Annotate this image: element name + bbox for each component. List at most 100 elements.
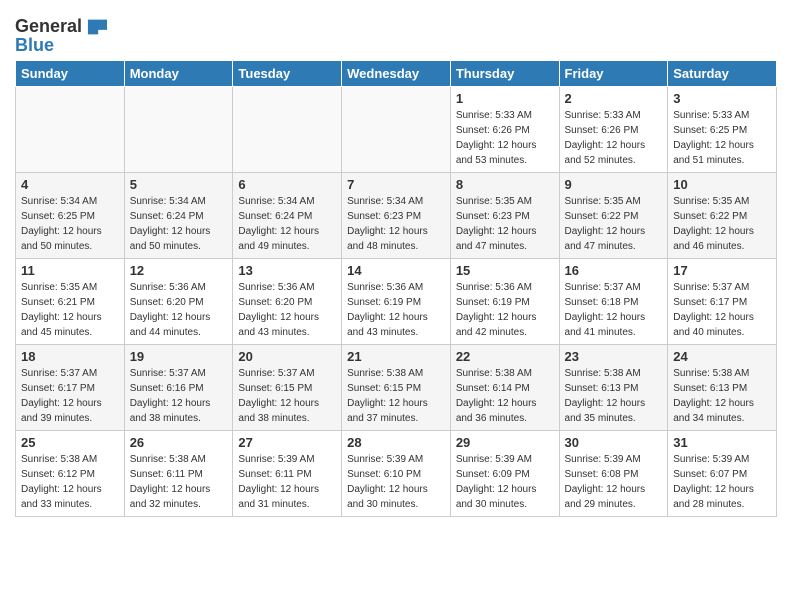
day-number: 13 bbox=[238, 263, 336, 278]
calendar-cell: 29 Sunrise: 5:39 AM Sunset: 6:09 PM Dayli… bbox=[450, 431, 559, 517]
day-info: Sunrise: 5:38 AM Sunset: 6:13 PM Dayligh… bbox=[673, 366, 771, 426]
calendar-cell: 19Sunrise: 5:37 AM Sunset: 6:16 PM Dayli… bbox=[124, 345, 233, 431]
day-info: Sunrise: 5:36 AM Sunset: 6:19 PM Dayligh… bbox=[456, 280, 554, 340]
calendar-cell: 7 Sunrise: 5:34 AM Sunset: 6:23 PM Daylig… bbox=[342, 173, 451, 259]
day-info: Sunrise: 5:36 AM Sunset: 6:19 PM Dayligh… bbox=[347, 280, 445, 340]
day-number: 24 bbox=[673, 349, 771, 364]
day-info: Sunrise: 5:35 AM Sunset: 6:22 PM Dayligh… bbox=[673, 194, 771, 254]
day-info: Sunrise: 5:39 AM Sunset: 6:07 PM Dayligh… bbox=[673, 452, 771, 512]
day-number: 5 bbox=[130, 177, 228, 192]
day-number: 30 bbox=[565, 435, 663, 450]
calendar-cell: 11 Sunrise: 5:35 AM Sunset: 6:21 PM Dayli… bbox=[16, 259, 125, 345]
day-info: Sunrise: 5:34 AM Sunset: 6:23 PM Dayligh… bbox=[347, 194, 445, 254]
weekday-header-tuesday: Tuesday bbox=[233, 61, 342, 87]
day-number: 18 bbox=[21, 349, 119, 364]
day-number: 17 bbox=[673, 263, 771, 278]
day-info: Sunrise: 5:38 AM Sunset: 6:13 PM Dayligh… bbox=[565, 366, 663, 426]
day-number: 11 bbox=[21, 263, 119, 278]
day-number: 15 bbox=[456, 263, 554, 278]
day-number: 20 bbox=[238, 349, 336, 364]
calendar-cell bbox=[342, 87, 451, 173]
calendar-week-3: 11 Sunrise: 5:35 AM Sunset: 6:21 PM Dayli… bbox=[16, 259, 777, 345]
day-info: Sunrise: 5:39 AM Sunset: 6:09 PM Dayligh… bbox=[456, 452, 554, 512]
calendar-cell: 27 Sunrise: 5:39 AM Sunset: 6:11 PM Dayli… bbox=[233, 431, 342, 517]
day-number: 19 bbox=[130, 349, 228, 364]
calendar-cell: 22 Sunrise: 5:38 AM Sunset: 6:14 PM Dayli… bbox=[450, 345, 559, 431]
calendar-cell: 2 Sunrise: 5:33 AM Sunset: 6:26 PM Daylig… bbox=[559, 87, 668, 173]
day-info: Sunrise: 5:37 AM Sunset: 6:17 PM Dayligh… bbox=[673, 280, 771, 340]
calendar-cell: 5 Sunrise: 5:34 AM Sunset: 6:24 PM Daylig… bbox=[124, 173, 233, 259]
day-number: 12 bbox=[130, 263, 228, 278]
day-info: Sunrise: 5:38 AM Sunset: 6:12 PM Dayligh… bbox=[21, 452, 119, 512]
calendar-week-5: 25 Sunrise: 5:38 AM Sunset: 6:12 PM Dayli… bbox=[16, 431, 777, 517]
calendar-cell: 15 Sunrise: 5:36 AM Sunset: 6:19 PM Dayli… bbox=[450, 259, 559, 345]
calendar-cell: 30Sunrise: 5:39 AM Sunset: 6:08 PM Dayli… bbox=[559, 431, 668, 517]
weekday-header-friday: Friday bbox=[559, 61, 668, 87]
calendar-cell: 6 Sunrise: 5:34 AM Sunset: 6:24 PM Daylig… bbox=[233, 173, 342, 259]
day-info: Sunrise: 5:38 AM Sunset: 6:15 PM Dayligh… bbox=[347, 366, 445, 426]
day-number: 27 bbox=[238, 435, 336, 450]
day-info: Sunrise: 5:36 AM Sunset: 6:20 PM Dayligh… bbox=[130, 280, 228, 340]
calendar-cell: 3Sunrise: 5:33 AM Sunset: 6:25 PM Daylig… bbox=[668, 87, 777, 173]
weekday-header-thursday: Thursday bbox=[450, 61, 559, 87]
day-info: Sunrise: 5:37 AM Sunset: 6:17 PM Dayligh… bbox=[21, 366, 119, 426]
calendar-cell bbox=[16, 87, 125, 173]
calendar-week-4: 18 Sunrise: 5:37 AM Sunset: 6:17 PM Dayli… bbox=[16, 345, 777, 431]
page-header: General Blue bbox=[15, 10, 777, 56]
calendar-cell bbox=[233, 87, 342, 173]
calendar-cell: 24 Sunrise: 5:38 AM Sunset: 6:13 PM Dayli… bbox=[668, 345, 777, 431]
calendar-week-2: 4 Sunrise: 5:34 AM Sunset: 6:25 PM Daylig… bbox=[16, 173, 777, 259]
weekday-header-monday: Monday bbox=[124, 61, 233, 87]
weekday-header-row: SundayMondayTuesdayWednesdayThursdayFrid… bbox=[16, 61, 777, 87]
day-number: 9 bbox=[565, 177, 663, 192]
calendar-cell: 12 Sunrise: 5:36 AM Sunset: 6:20 PM Dayli… bbox=[124, 259, 233, 345]
day-number: 6 bbox=[238, 177, 336, 192]
day-number: 26 bbox=[130, 435, 228, 450]
day-number: 25 bbox=[21, 435, 119, 450]
day-info: Sunrise: 5:39 AM Sunset: 6:11 PM Dayligh… bbox=[238, 452, 336, 512]
day-info: Sunrise: 5:34 AM Sunset: 6:24 PM Dayligh… bbox=[130, 194, 228, 254]
day-number: 10 bbox=[673, 177, 771, 192]
calendar-cell: 26 Sunrise: 5:38 AM Sunset: 6:11 PM Dayli… bbox=[124, 431, 233, 517]
day-number: 28 bbox=[347, 435, 445, 450]
day-number: 31 bbox=[673, 435, 771, 450]
weekday-header-sunday: Sunday bbox=[16, 61, 125, 87]
calendar-cell bbox=[124, 87, 233, 173]
day-info: Sunrise: 5:33 AM Sunset: 6:26 PM Dayligh… bbox=[456, 108, 554, 168]
calendar-cell: 1Sunrise: 5:33 AM Sunset: 6:26 PM Daylig… bbox=[450, 87, 559, 173]
day-info: Sunrise: 5:35 AM Sunset: 6:21 PM Dayligh… bbox=[21, 280, 119, 340]
day-info: Sunrise: 5:35 AM Sunset: 6:23 PM Dayligh… bbox=[456, 194, 554, 254]
day-number: 21 bbox=[347, 349, 445, 364]
calendar-cell: 20 Sunrise: 5:37 AM Sunset: 6:15 PM Dayli… bbox=[233, 345, 342, 431]
day-number: 7 bbox=[347, 177, 445, 192]
day-number: 14 bbox=[347, 263, 445, 278]
day-number: 2 bbox=[565, 91, 663, 106]
calendar-cell: 21 Sunrise: 5:38 AM Sunset: 6:15 PM Dayli… bbox=[342, 345, 451, 431]
day-info: Sunrise: 5:33 AM Sunset: 6:25 PM Dayligh… bbox=[673, 108, 771, 168]
calendar-week-1: 1Sunrise: 5:33 AM Sunset: 6:26 PM Daylig… bbox=[16, 87, 777, 173]
calendar-cell: 18 Sunrise: 5:37 AM Sunset: 6:17 PM Dayli… bbox=[16, 345, 125, 431]
day-info: Sunrise: 5:35 AM Sunset: 6:22 PM Dayligh… bbox=[565, 194, 663, 254]
calendar-cell: 23 Sunrise: 5:38 AM Sunset: 6:13 PM Dayli… bbox=[559, 345, 668, 431]
calendar-cell: 17 Sunrise: 5:37 AM Sunset: 6:17 PM Dayli… bbox=[668, 259, 777, 345]
day-info: Sunrise: 5:34 AM Sunset: 6:25 PM Dayligh… bbox=[21, 194, 119, 254]
day-info: Sunrise: 5:39 AM Sunset: 6:10 PM Dayligh… bbox=[347, 452, 445, 512]
day-info: Sunrise: 5:33 AM Sunset: 6:26 PM Dayligh… bbox=[565, 108, 663, 168]
day-number: 4 bbox=[21, 177, 119, 192]
day-number: 23 bbox=[565, 349, 663, 364]
day-info: Sunrise: 5:34 AM Sunset: 6:24 PM Dayligh… bbox=[238, 194, 336, 254]
day-number: 29 bbox=[456, 435, 554, 450]
day-info: Sunrise: 5:36 AM Sunset: 6:20 PM Dayligh… bbox=[238, 280, 336, 340]
weekday-header-saturday: Saturday bbox=[668, 61, 777, 87]
day-info: Sunrise: 5:38 AM Sunset: 6:14 PM Dayligh… bbox=[456, 366, 554, 426]
calendar-cell: 4 Sunrise: 5:34 AM Sunset: 6:25 PM Daylig… bbox=[16, 173, 125, 259]
calendar-cell: 16Sunrise: 5:37 AM Sunset: 6:18 PM Dayli… bbox=[559, 259, 668, 345]
calendar-table: SundayMondayTuesdayWednesdayThursdayFrid… bbox=[15, 60, 777, 517]
day-info: Sunrise: 5:37 AM Sunset: 6:15 PM Dayligh… bbox=[238, 366, 336, 426]
calendar-cell: 31 Sunrise: 5:39 AM Sunset: 6:07 PM Dayli… bbox=[668, 431, 777, 517]
weekday-header-wednesday: Wednesday bbox=[342, 61, 451, 87]
logo: General Blue bbox=[15, 16, 107, 56]
day-number: 22 bbox=[456, 349, 554, 364]
calendar-cell: 10 Sunrise: 5:35 AM Sunset: 6:22 PM Dayli… bbox=[668, 173, 777, 259]
day-info: Sunrise: 5:38 AM Sunset: 6:11 PM Dayligh… bbox=[130, 452, 228, 512]
